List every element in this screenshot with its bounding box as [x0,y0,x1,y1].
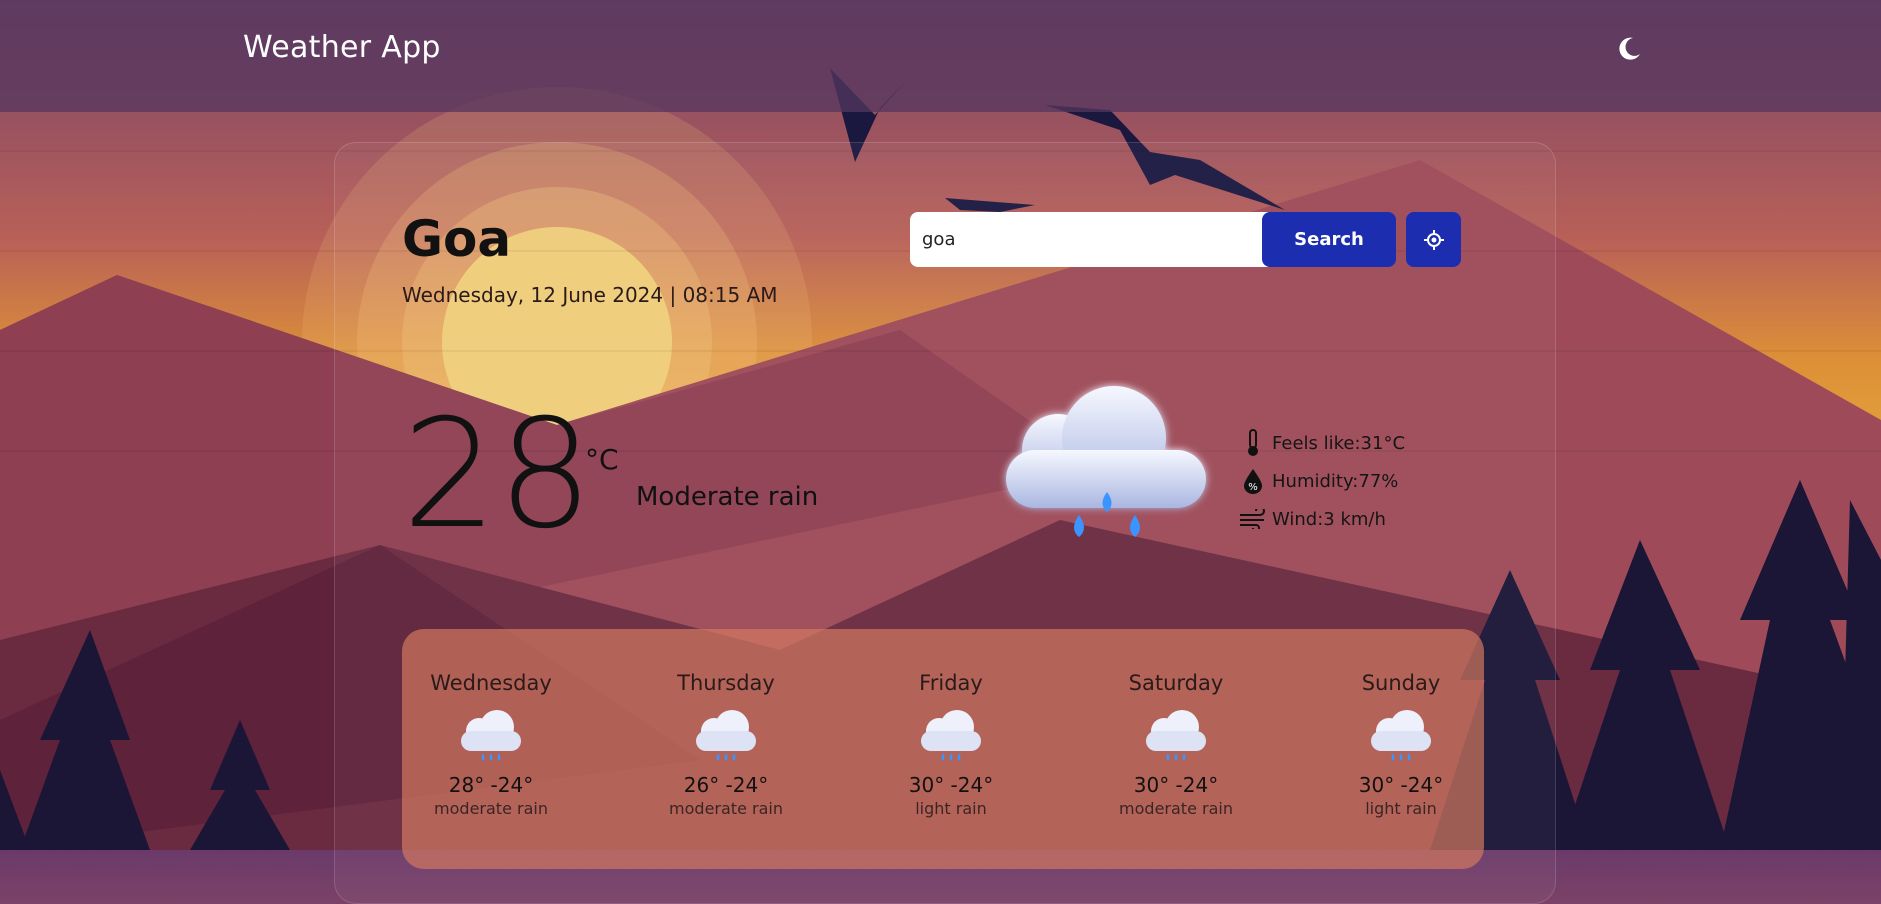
weather-details: Feels like:31°C % Humidity:77% Wind:3 km… [1238,424,1405,538]
humidity-text: Humidity:77% [1272,470,1399,492]
humidity-row: % Humidity:77% [1238,462,1405,500]
forecast-day-name: Sunday [1361,671,1441,695]
city-name: Goa [402,210,512,268]
forecast-day-name: Saturday [1128,671,1224,695]
rain-cloud-icon [996,380,1218,560]
forecast-day: Friday 30° -24° light rain [851,629,1051,818]
forecast-day: Saturday 30° -24° moderate rain [1076,629,1276,818]
forecast-day-name: Friday [919,671,983,695]
forecast-temp-range: 30° -24° [908,773,994,797]
humidity-icon: % [1238,466,1268,496]
wind-text: Wind:3 km/h [1272,508,1386,530]
rain-cloud-icon [696,710,756,761]
forecast-description: moderate rain [669,799,783,818]
forecast-day-name: Wednesday [430,671,552,695]
search-button[interactable]: Search [1262,212,1396,267]
crosshair-icon [1423,229,1444,250]
feels-like-text: Feels like:31°C [1272,432,1406,454]
date-time: Wednesday, 12 June 2024 | 08:15 AM [402,283,778,307]
forecast-description: light rain [915,799,987,818]
navbar: Weather App [0,0,1881,112]
forecast-day-name: Thursday [677,671,775,695]
forecast-description: light rain [1365,799,1437,818]
rain-cloud-icon [921,710,981,761]
weather-condition: Moderate rain [636,482,819,512]
forecast-temp-range: 30° -24° [1358,773,1444,797]
wind-icon [1238,504,1268,534]
forecast-temp-range: 28° -24° [448,773,534,797]
forecast-day: Thursday 26° -24° moderate rain [626,629,826,818]
forecast-description: moderate rain [434,799,548,818]
forecast-day: Wednesday 28° -24° moderate rain [391,629,591,818]
rain-cloud-icon [1371,710,1431,761]
forecast-temp-range: 26° -24° [683,773,769,797]
rain-cloud-icon [1146,710,1206,761]
wind-row: Wind:3 km/h [1238,500,1405,538]
feels-like-row: Feels like:31°C [1238,424,1405,462]
temperature-unit: °C [585,443,619,476]
forecast-day: Sunday 30° -24° light rain [1301,629,1501,818]
current-temperature: 28 [402,388,593,562]
current-location-button[interactable] [1406,212,1461,267]
forecast-description: moderate rain [1119,799,1233,818]
svg-text:%: % [1248,482,1258,493]
forecast-temp-range: 30° -24° [1133,773,1219,797]
app-title: Weather App [243,30,441,65]
forecast-panel: Wednesday 28° -24° moderate rain Thursda… [402,629,1484,869]
moon-icon [1619,37,1640,60]
theme-toggle[interactable] [1614,34,1644,64]
thermometer-icon [1238,428,1268,458]
rain-cloud-icon [461,710,521,761]
